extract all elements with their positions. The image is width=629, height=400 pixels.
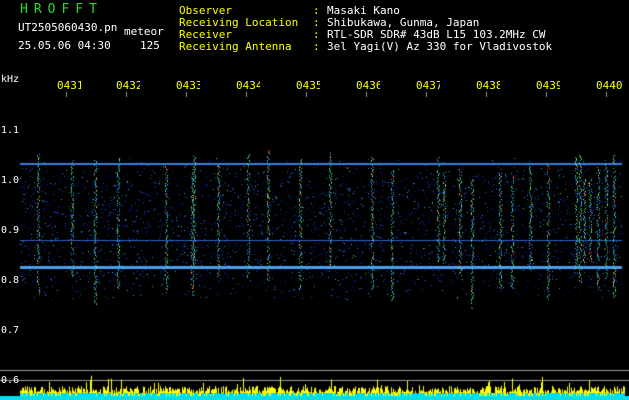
time-label: 0440 [596, 80, 623, 92]
antenna-value: 3el Yagi(V) Az 330 for Vladivostok [327, 40, 553, 53]
time-label: 0437 [416, 80, 440, 92]
frequency-tick-label: 0.9 [1, 225, 20, 236]
frequency-tick-label: 0.7 [1, 325, 20, 336]
time-label: 0435 [296, 80, 320, 92]
meteor-count: 125 [140, 39, 160, 52]
file-name: UT2505060430.pn [18, 21, 118, 34]
time-label: 0436 [356, 80, 380, 92]
frequency-tick-label: 0.6 [1, 375, 20, 386]
app-logo: HROFFT [20, 2, 103, 17]
time-label: 0431 [57, 80, 81, 92]
time-label: 0439 [536, 80, 560, 92]
frequency-tick-label: 1.0 [1, 175, 20, 186]
frequency-tick-label: 0.8 [1, 275, 20, 286]
frequency-tick-label: 1.1 [1, 125, 20, 136]
meteor-label: meteor [124, 25, 164, 38]
time-label: 0434 [236, 80, 260, 92]
time-label: 0433 [176, 80, 200, 92]
time-label: 0432 [116, 80, 140, 92]
spectrogram-canvas [0, 0, 629, 400]
frequency-unit-label: kHz [1, 74, 20, 85]
time-label: 0438 [476, 80, 500, 92]
hrofft-screen: HROFFT UT2505060430.pn meteor 25.05.06 0… [0, 0, 629, 400]
antenna-label: Receiving Antenna [179, 40, 292, 53]
date-time: 25.05.06 04:30 [18, 39, 111, 52]
info-separator: : [313, 40, 320, 53]
